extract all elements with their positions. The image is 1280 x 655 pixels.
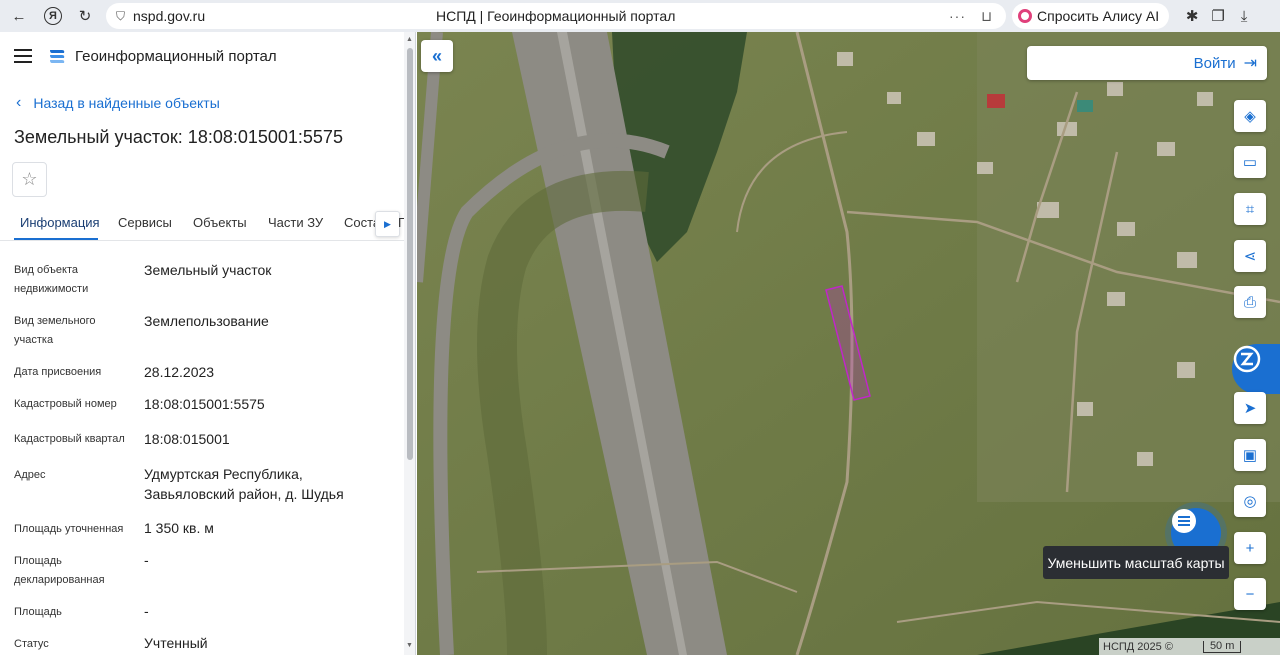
property-value: -: [144, 603, 149, 619]
back-link-label: Назад в найденные объекты: [33, 95, 220, 111]
shield-icon: ⛉: [116, 8, 126, 23]
tab-title: НСПД | Геоинформационный портал: [436, 8, 676, 24]
object-info-panel: Геоинформационный портал ‹ Назад в найде…: [0, 32, 416, 655]
zoom-out-button[interactable]: −: [1234, 578, 1266, 610]
property-label: Вид объекта недвижимости: [14, 264, 89, 295]
yandex-icon[interactable]: Я: [44, 7, 62, 25]
tab-parts[interactable]: Части ЗУ: [268, 215, 323, 230]
map-attribution: НСПД 2025 © 50 m: [1099, 638, 1280, 655]
tab-information[interactable]: Информация: [20, 215, 100, 230]
property-value: Землепользование: [144, 313, 269, 329]
ruler-icon: ▭: [1242, 154, 1258, 171]
url-text: nspd.gov.ru: [133, 8, 206, 24]
property-label: Вид земельного участка: [14, 315, 96, 346]
property-value: Удмуртская Республика, Завьяловский райо…: [144, 466, 344, 502]
printer-icon: ⎙: [1243, 293, 1256, 311]
alice-button[interactable]: Спросить Алису AI: [1012, 3, 1170, 29]
hamburger-menu-icon[interactable]: [14, 49, 32, 63]
portal-shortcut-button[interactable]: [1232, 344, 1280, 394]
print-button[interactable]: ⎙: [1234, 286, 1266, 318]
chat-icon: [1172, 509, 1196, 533]
share-icon: ⋖: [1243, 248, 1257, 265]
location-pin-icon: ◎: [1243, 493, 1257, 510]
caret-right-icon: ▶: [384, 218, 391, 229]
minus-icon: −: [1245, 585, 1255, 603]
navigation-arrow-icon: ➤: [1243, 400, 1257, 417]
property-value: 18:08:015001:5575: [144, 396, 265, 412]
alice-label: Спросить Алису AI: [1037, 8, 1160, 24]
collections-icon[interactable]: ❐: [1205, 3, 1231, 29]
property-value: -: [144, 552, 149, 568]
panel-header: Геоинформационный портал: [0, 32, 404, 80]
property-label: Площадь: [14, 606, 62, 618]
back-arrow-icon[interactable]: ←: [6, 3, 32, 29]
star-icon: ☆: [21, 169, 38, 189]
tab-services[interactable]: Сервисы: [118, 215, 172, 230]
zoom-in-button[interactable]: +: [1234, 532, 1266, 564]
address-bar[interactable]: ⛉ nspd.gov.ru НСПД | Геоинформационный п…: [106, 3, 1006, 29]
property-value: 18:08:015001: [144, 431, 230, 447]
property-label: Площадь декларированная: [14, 555, 105, 586]
portal-title: Геоинформационный портал: [75, 47, 277, 65]
alice-icon: [1018, 9, 1032, 23]
portal-badge-icon: [1233, 345, 1261, 373]
more-dots-icon[interactable]: ···: [949, 8, 966, 24]
layers-button[interactable]: ◈: [1234, 100, 1266, 132]
double-chevron-left-icon: «: [431, 45, 442, 66]
property-value: 28.12.2023: [144, 364, 215, 380]
geolocation-button[interactable]: ➤: [1234, 392, 1266, 424]
tabs-scroll-right-button[interactable]: ▶: [375, 211, 400, 237]
minimap-button[interactable]: ▣: [1234, 439, 1266, 471]
chevron-left-icon: ‹: [16, 94, 22, 111]
panel-scrollbar[interactable]: ▲ ▼: [404, 32, 415, 655]
property-label: Адрес: [14, 469, 46, 481]
zoom-out-tooltip: Уменьшить масштаб карты: [1043, 546, 1229, 579]
property-label: Дата присвоения: [14, 366, 102, 378]
bookmark-icon[interactable]: ⊔: [981, 8, 992, 25]
scroll-down-icon[interactable]: ▼: [406, 642, 413, 649]
plus-icon: +: [1245, 539, 1255, 557]
object-title: Земельный участок: 18:08:015001:5575: [14, 127, 343, 147]
layers-icon: ◈: [1244, 108, 1256, 125]
attribution-text: НСПД 2025 ©: [1103, 640, 1173, 653]
active-tab-indicator: [14, 238, 98, 240]
scroll-thumb[interactable]: [407, 48, 413, 460]
select-area-icon: ⌗: [1245, 200, 1255, 218]
share-button[interactable]: ⋖: [1234, 240, 1266, 272]
portal-logo-icon: [50, 50, 65, 63]
login-label: Войти: [1193, 54, 1236, 72]
back-to-results-link[interactable]: ‹ Назад в найденные объекты: [16, 94, 220, 112]
favorite-star-button[interactable]: ☆: [12, 162, 47, 197]
tab-objects[interactable]: Объекты: [193, 215, 247, 230]
satellite-map[interactable]: « Войти ⇥ ◈ ▭ ⌗ ⋖ ⎙ ➤ ▣ ◎ + − Уменьшить …: [417, 32, 1280, 655]
property-value: Учтенный: [144, 635, 208, 651]
login-button[interactable]: Войти ⇥: [1027, 46, 1267, 80]
measure-button[interactable]: ▭: [1234, 146, 1266, 178]
property-label: Площадь уточненная: [14, 523, 124, 535]
minimap-icon: ▣: [1242, 447, 1258, 464]
collapse-panel-button[interactable]: «: [421, 40, 453, 72]
download-icon[interactable]: ⤓: [1231, 3, 1257, 29]
select-area-button[interactable]: ⌗: [1234, 193, 1266, 225]
login-arrow-icon: ⇥: [1243, 55, 1257, 72]
tab-bar: Информация Сервисы Объекты Части ЗУ Сост…: [0, 207, 405, 241]
reload-icon[interactable]: ↻: [72, 3, 98, 29]
property-value: 1 350 кв. м: [144, 520, 214, 536]
location-search-button[interactable]: ◎: [1234, 485, 1266, 517]
property-value: Земельный участок: [144, 262, 272, 278]
property-label: Кадастровый квартал: [14, 433, 125, 445]
property-label: Кадастровый номер: [14, 398, 117, 410]
extensions-icon[interactable]: ✱: [1179, 3, 1205, 29]
scroll-up-icon[interactable]: ▲: [406, 36, 413, 43]
browser-toolbar: ← Я ↻ ⛉ nspd.gov.ru НСПД | Геоинформацио…: [0, 0, 1280, 32]
scale-bar: 50 m: [1202, 640, 1242, 653]
property-label: Статус: [14, 638, 49, 650]
